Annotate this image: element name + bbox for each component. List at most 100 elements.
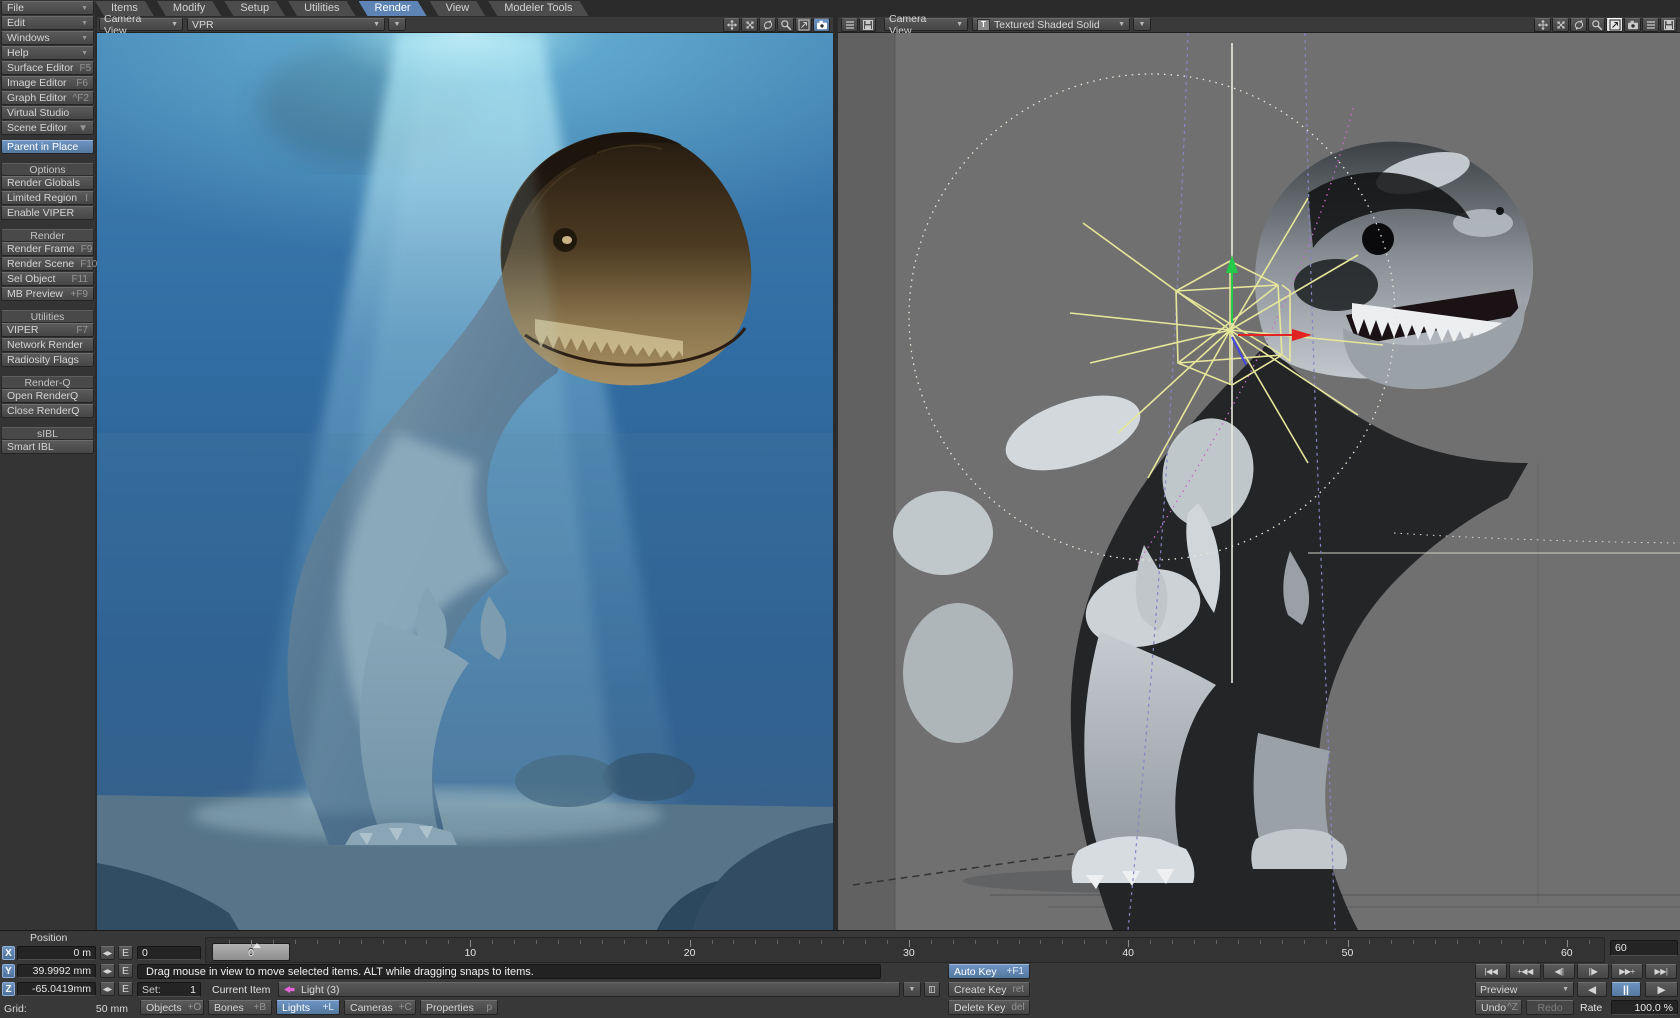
sidebar-item-graph-editor[interactable]: Graph Editor^F2 [1, 91, 94, 105]
ruler-tick [1479, 940, 1480, 944]
sidebar-item-network-render[interactable]: Network Render [1, 338, 94, 352]
nudge-x-button[interactable]: ◀▶ [100, 946, 115, 960]
tab-setup[interactable]: Setup [224, 1, 285, 16]
view-mode-dropdown-right[interactable]: Camera View ▼ [884, 18, 968, 31]
current-item-list-button[interactable]: ▼ [903, 982, 921, 997]
pan-icon [744, 19, 756, 31]
sidebar-item-render-frame[interactable]: Render FrameF9 [1, 242, 94, 256]
render-mode-dropdown-right[interactable]: T Textured Shaded Solid ▼ [972, 18, 1130, 31]
rotate-button[interactable] [759, 18, 776, 32]
ruler-tick [624, 940, 625, 944]
sidebar-item-viper[interactable]: VIPERF7 [1, 323, 94, 337]
sidebar-item-radiosity-flags[interactable]: Radiosity Flags [1, 353, 94, 367]
pause-button[interactable]: || [1611, 982, 1641, 997]
timeline-ruler[interactable]: 0 0102030405060 [205, 937, 1605, 963]
sidebar-item-render-scene[interactable]: Render SceneF10 [1, 257, 94, 271]
viewport-options-dropdown-right[interactable]: ▼ [1133, 18, 1151, 31]
zoom-button[interactable] [1588, 18, 1605, 32]
objects-button[interactable]: Objects+O [140, 1000, 204, 1015]
current-item-dropdown[interactable]: Light (3) [278, 982, 900, 997]
menu-help[interactable]: Help▼ [1, 46, 94, 60]
go-to-end-button[interactable]: ▶▶| [1645, 964, 1677, 979]
undo-button[interactable]: Undo ^Z [1475, 1000, 1522, 1015]
sidebar-item-surface-editor[interactable]: Surface EditorF5 [1, 61, 94, 75]
tab-utilities[interactable]: Utilities [288, 1, 355, 16]
go-to-start-button[interactable]: |◀◀ [1475, 964, 1507, 979]
sidebar-item-mb-preview[interactable]: MB Preview+F9 [1, 287, 94, 301]
pan-button[interactable] [1552, 18, 1569, 32]
camera-button[interactable] [1624, 18, 1641, 32]
envelope-z-button[interactable]: E [118, 982, 133, 996]
nudge-z-button[interactable]: ◀▶ [100, 982, 115, 996]
envelope-y-button[interactable]: E [118, 964, 133, 978]
zoom-button[interactable] [777, 18, 794, 32]
menu-file[interactable]: File▼ [1, 1, 94, 15]
menu-help-shortcut: ▼ [81, 50, 88, 57]
list-button[interactable] [841, 18, 858, 32]
sidebar-item-limited-region[interactable]: Limited RegionI [1, 191, 94, 205]
render-mode-dropdown-left[interactable]: VPR ▼ [187, 18, 385, 31]
move-button[interactable] [1534, 18, 1551, 32]
rate-field[interactable]: 100.0 % [1611, 1000, 1678, 1015]
next-key-button[interactable]: ▶▶+ [1611, 964, 1643, 979]
menu-windows[interactable]: Windows▼ [1, 31, 94, 45]
play-button[interactable]: ▶ [1645, 982, 1678, 997]
create-key-button[interactable]: Create Keyret [948, 982, 1030, 997]
lights-button[interactable]: Lights+L [276, 1000, 340, 1015]
play-reverse-button[interactable]: ◀ [1577, 982, 1607, 997]
previous-key-button[interactable]: +◀◀ [1509, 964, 1541, 979]
axis-badge-x[interactable]: X [2, 946, 15, 960]
tab-modify[interactable]: Modify [157, 1, 221, 16]
position-y-field[interactable]: 39.9992 mm [17, 964, 96, 978]
sidebar-item-scene-editor[interactable]: Scene Editor▼ [1, 121, 94, 135]
redo-button[interactable]: Redo [1526, 1000, 1574, 1015]
camera-button[interactable] [813, 18, 830, 32]
axis-badge-y[interactable]: Y [2, 964, 15, 978]
right-viewport-canvas[interactable] [838, 33, 1680, 930]
position-z-field[interactable]: -65.0419mm [17, 982, 96, 996]
end-frame-field[interactable]: 60 [1610, 940, 1678, 956]
sidebar-item-open-renderq[interactable]: Open RenderQ [1, 389, 94, 403]
step-back-button[interactable]: ◀|| [1543, 964, 1575, 979]
preview-dropdown[interactable]: Preview ▼ [1475, 982, 1574, 997]
maximize-button[interactable] [795, 18, 812, 32]
axis-badge-z[interactable]: Z [2, 982, 15, 996]
current-frame-field[interactable]: 0 [137, 946, 201, 960]
ruler-number: 10 [464, 947, 476, 959]
sidebar-item-image-editor[interactable]: Image EditorF6 [1, 76, 94, 90]
selection-count-field[interactable]: Set: 1 [137, 982, 201, 997]
rotate-button[interactable] [1570, 18, 1587, 32]
list-button[interactable] [1642, 18, 1659, 32]
view-mode-dropdown-left[interactable]: Camera View ▼ [99, 18, 183, 31]
sidebar-item-parent-in-place[interactable]: Parent in Place [1, 140, 94, 154]
left-viewport-canvas[interactable] [97, 33, 833, 930]
bones-button[interactable]: Bones+B [208, 1000, 272, 1015]
tab-view[interactable]: View [430, 1, 486, 16]
pan-button[interactable] [741, 18, 758, 32]
cameras-button[interactable]: Cameras+C [344, 1000, 416, 1015]
auto-key-button[interactable]: Auto Key+F1 [948, 964, 1030, 979]
nudge-y-button[interactable]: ◀▶ [100, 964, 115, 978]
ruler-tick [690, 940, 691, 947]
ruler-tick [1172, 940, 1173, 944]
menu-edit[interactable]: Edit▼ [1, 16, 94, 30]
sidebar-item-close-renderq[interactable]: Close RenderQ [1, 404, 94, 418]
step-forward-button[interactable]: ||▶ [1577, 964, 1609, 979]
envelope-x-button[interactable]: E [118, 946, 133, 960]
move-button[interactable] [723, 18, 740, 32]
sidebar-item-sel-object[interactable]: Sel ObjectF11 [1, 272, 94, 286]
tab-modeler-tools[interactable]: Modeler Tools [488, 1, 588, 16]
sidebar-item-render-globals[interactable]: Render Globals [1, 176, 94, 190]
viewport-options-dropdown-left[interactable]: ▼ [388, 18, 406, 31]
properties-button[interactable]: Propertiesp [420, 1000, 498, 1015]
tab-render[interactable]: Render [359, 1, 427, 16]
item-panel-button[interactable] [924, 982, 940, 997]
sidebar-item-smart-ibl[interactable]: Smart IBL [1, 440, 94, 454]
maximize-button[interactable] [1606, 18, 1623, 32]
delete-key-button[interactable]: Delete Keydel [948, 1000, 1030, 1015]
sidebar-item-virtual-studio[interactable]: Virtual Studio [1, 106, 94, 120]
sidebar-item-enable-viper[interactable]: Enable VIPER [1, 206, 94, 220]
save-button[interactable] [1660, 18, 1677, 32]
save-button[interactable] [859, 18, 876, 32]
position-x-field[interactable]: 0 m [17, 946, 96, 960]
